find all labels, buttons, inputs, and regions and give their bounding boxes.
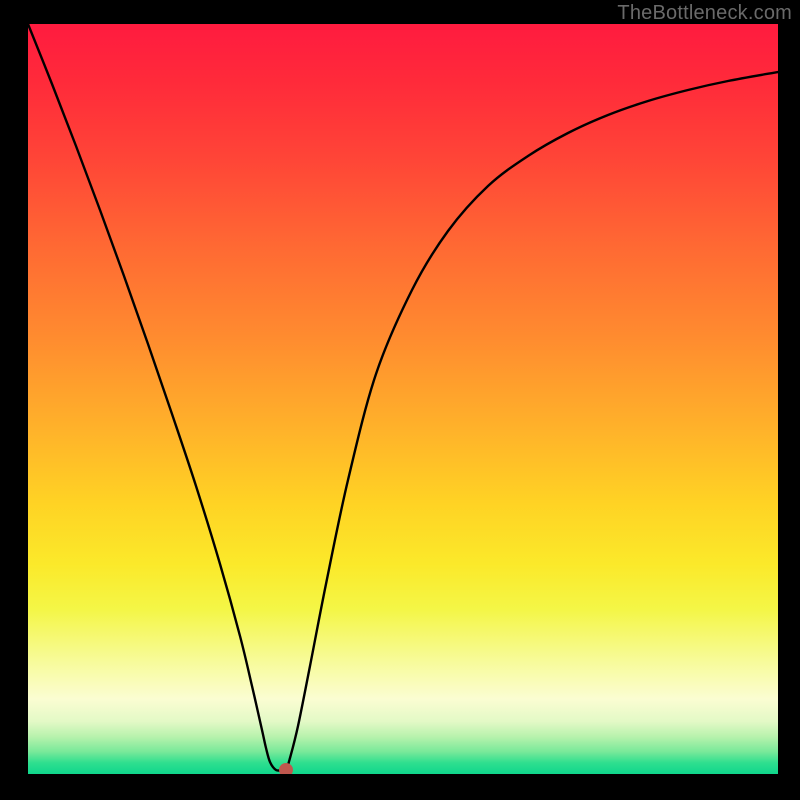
- plot-area: [28, 24, 778, 774]
- watermark-text: TheBottleneck.com: [617, 2, 792, 25]
- minimum-marker: [279, 763, 293, 774]
- bottleneck-curve: [28, 24, 778, 771]
- chart-frame: TheBottleneck.com: [0, 0, 800, 800]
- curve-svg: [28, 24, 778, 774]
